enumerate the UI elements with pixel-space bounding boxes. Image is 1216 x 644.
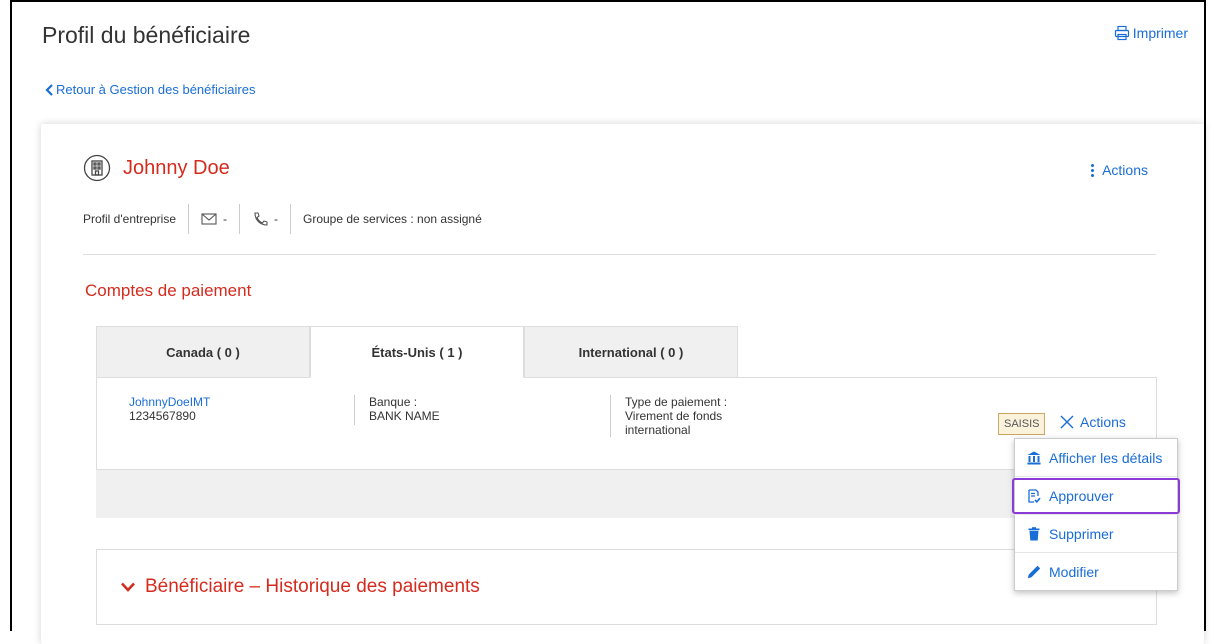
bank-label: Banque : <box>369 395 418 409</box>
chevron-down-icon <box>121 582 135 592</box>
payment-history-title: Bénéficiaire – Historique des paiements <box>145 576 480 597</box>
status-badge: SAISIS <box>998 413 1046 435</box>
payment-type-value-line1: Virement de fonds <box>625 409 723 423</box>
phone-info: - <box>239 204 290 234</box>
email-info: - <box>188 204 239 234</box>
payment-history-toggle[interactable]: Bénéficiaire – Historique des paiements <box>121 576 480 598</box>
phone-icon <box>254 212 268 226</box>
menu-item-view-details[interactable]: Afficher les détails <box>1015 439 1177 477</box>
account-actions-label: Actions <box>1080 414 1126 430</box>
beneficiary-actions-button[interactable]: Actions <box>1091 162 1148 178</box>
actions-dropdown-menu: Afficher les détails Approuver Supprimer… <box>1011 438 1181 591</box>
service-group-label: Groupe de services : non assigné <box>303 212 482 226</box>
phone-value: - <box>274 212 278 226</box>
close-icon <box>1060 415 1074 429</box>
page-title: Profil du bénéficiaire <box>42 22 251 48</box>
account-panel-footer <box>96 470 1157 518</box>
beneficiary-meta: Profil d'entreprise - - Groupe de servic… <box>83 204 494 234</box>
beneficiary-name-row: Johnny Doe <box>83 154 230 182</box>
profile-type-label: Profil d'entreprise <box>83 212 176 226</box>
menu-item-approve[interactable]: Approuver <box>1011 477 1181 515</box>
print-label: Imprimer <box>1132 25 1188 41</box>
menu-item-delete[interactable]: Supprimer <box>1015 515 1177 553</box>
payment-type-label: Type de paiement : <box>625 395 728 409</box>
menu-item-view-details-label: Afficher les détails <box>1049 449 1163 466</box>
service-group: Groupe de services : non assigné <box>290 204 494 234</box>
bank-value: BANK NAME <box>369 409 440 423</box>
building-icon <box>83 154 111 182</box>
account-identity: JohnnyDoeIMT 1234567890 <box>129 395 210 423</box>
printer-icon <box>1114 25 1129 41</box>
beneficiary-name: Johnny Doe <box>123 156 230 179</box>
beneficiary-actions-label: Actions <box>1102 162 1148 178</box>
divider <box>83 254 1156 255</box>
mail-icon <box>201 213 217 225</box>
pencil-icon <box>1027 565 1041 579</box>
menu-item-approve-label: Approuver <box>1049 487 1114 504</box>
bank-icon <box>1027 451 1041 464</box>
kebab-menu-icon <box>1091 163 1095 177</box>
account-payment-type: Type de paiement : Virement de fonds int… <box>610 395 727 437</box>
account-bank: Banque : BANK NAME <box>354 395 440 425</box>
account-name-link[interactable]: JohnnyDoeIMT <box>129 395 210 409</box>
back-link[interactable]: Retour à Gestion des bénéficiaires <box>44 82 255 97</box>
menu-item-delete-label: Supprimer <box>1049 525 1114 542</box>
payment-history-section: Bénéficiaire – Historique des paiements <box>96 549 1157 625</box>
payment-type-value-line2: international <box>625 423 691 437</box>
tab-canada[interactable]: Canada ( 0 ) <box>96 326 310 378</box>
print-button[interactable]: Imprimer <box>1114 25 1188 41</box>
tab-international[interactable]: International ( 0 ) <box>524 326 738 378</box>
menu-item-edit[interactable]: Modifier <box>1015 553 1177 591</box>
chevron-left-icon <box>45 83 53 96</box>
menu-item-edit-label: Modifier <box>1049 564 1099 580</box>
account-actions-button[interactable]: Actions <box>1060 414 1126 430</box>
profile-type: Profil d'entreprise <box>83 204 188 234</box>
tab-united-states[interactable]: États-Unis ( 1 ) <box>310 326 524 378</box>
payment-accounts-title: Comptes de paiement <box>85 281 252 300</box>
back-link-label: Retour à Gestion des bénéficiaires <box>56 82 256 97</box>
country-tabs: Canada ( 0 ) États-Unis ( 1 ) Internatio… <box>96 326 738 378</box>
account-number: 1234567890 <box>129 409 196 423</box>
approve-document-icon <box>1028 488 1041 503</box>
email-value: - <box>223 212 227 226</box>
account-row: JohnnyDoeIMT 1234567890 Banque : BANK NA… <box>96 377 1157 470</box>
trash-icon <box>1028 526 1040 540</box>
